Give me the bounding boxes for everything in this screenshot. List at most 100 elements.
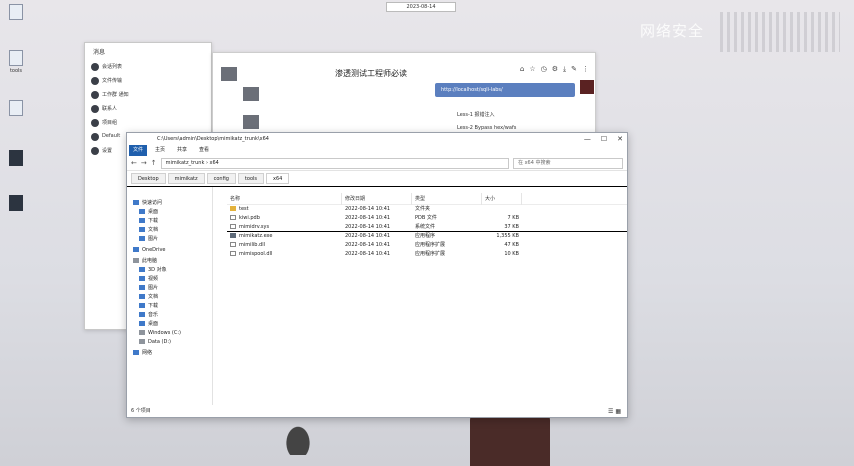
folder-icon [230, 206, 236, 211]
conversation-item[interactable]: 会话列表 [85, 60, 211, 74]
toolbar-icon[interactable]: ◷ [541, 65, 547, 74]
nav-item[interactable]: 网络 [127, 349, 212, 358]
forward-arrow-icon[interactable]: → [141, 159, 147, 167]
folder-tab[interactable]: tools [237, 173, 264, 184]
article-line[interactable]: Less-1 报错注入 [457, 111, 495, 118]
back-arrow-icon[interactable]: ← [131, 159, 137, 167]
conversation-label: Default [102, 133, 121, 139]
file-row[interactable]: mimispool.dll 2022-08-14 10:41 应用程序扩展 10 KB [227, 250, 627, 259]
conversation-item[interactable]: 项目组 [85, 116, 211, 130]
nav-item[interactable]: 桌面 [127, 208, 212, 217]
file-date: 2022-08-14 10:41 [345, 233, 391, 239]
messenger-title: 消息 [93, 49, 106, 56]
column-size[interactable]: 大小 [482, 193, 522, 205]
column-type[interactable]: 类型 [412, 193, 482, 205]
ribbon-tab-share[interactable]: 共享 [173, 145, 191, 156]
file-name: mimidrv.sys [239, 224, 270, 230]
desktop-shortcut[interactable]: tools [2, 50, 30, 74]
navigation-pane: 快速访问 桌面 下载 文档 图片 OneDrive 此电脑 3D 对象 视频 图片 文档 下载 音乐 桌面… [127, 187, 213, 405]
close-button[interactable]: ✕ [617, 133, 623, 145]
minimize-button[interactable]: — [584, 133, 591, 145]
file-name: mimilib.dll [239, 242, 266, 248]
desktop-shortcut-icon [9, 150, 23, 166]
window-controls: — ☐ ✕ [584, 133, 623, 145]
nav-item[interactable]: 音乐 [127, 311, 212, 320]
file-type: 应用程序扩展 [415, 242, 446, 248]
toolbar-icon[interactable]: ⚙ [552, 65, 558, 74]
toolbar-icon[interactable]: ⋮ [582, 65, 589, 74]
file-type: 文件夹 [415, 206, 431, 212]
article-thumbnail[interactable] [243, 87, 259, 101]
nav-item[interactable]: 视频 [127, 275, 212, 284]
toolbar-icon[interactable]: ⤓ [563, 65, 566, 74]
file-explorer-window[interactable]: C:\Users\admin\Desktop\mimikatz_trunk\x6… [126, 132, 628, 418]
view-toggle-icons[interactable]: ☰ ▦ [608, 408, 621, 415]
search-input[interactable]: 在 x64 中搜索 [513, 157, 623, 169]
nav-item[interactable]: Data (D:) [127, 338, 212, 347]
toolbar-icon[interactable]: ✎ [571, 65, 577, 74]
toolbar-icon[interactable]: ☆ [529, 65, 535, 74]
nav-item[interactable]: Windows (C:) [127, 329, 212, 338]
nav-item[interactable]: 快速访问 [127, 199, 212, 208]
conversation-item[interactable]: 工作群 通知 [85, 88, 211, 102]
folder-icon [139, 267, 145, 272]
nav-item-label: 此电脑 [142, 258, 158, 264]
conversation-label: 会话列表 [102, 64, 123, 70]
nav-item[interactable]: 此电脑 [127, 257, 212, 266]
file-row[interactable]: mimidrv.sys 2022-08-14 10:41 系统文件 37 KB [227, 223, 627, 232]
explorer-title: C:\Users\admin\Desktop\mimikatz_trunk\x6… [157, 136, 269, 142]
explorer-titlebar[interactable]: C:\Users\admin\Desktop\mimikatz_trunk\x6… [127, 133, 627, 145]
nav-item-label: 视频 [148, 276, 159, 282]
desktop-shortcut[interactable] [2, 195, 30, 213]
address-bar[interactable]: mimikatz_trunk › x64 [160, 157, 509, 169]
article-thumbnail[interactable] [243, 115, 259, 129]
url-tooltip[interactable]: http://localhost/sqli-labs/ [435, 83, 575, 97]
folder-icon [139, 236, 145, 241]
ribbon-tab-home[interactable]: 主页 [151, 145, 169, 156]
up-arrow-icon[interactable]: ↑ [151, 159, 157, 167]
folder-tab[interactable]: config [206, 173, 236, 184]
nav-item-label: 桌面 [148, 321, 159, 327]
file-icon [230, 242, 236, 247]
conversation-item[interactable]: 文件传输 [85, 74, 211, 88]
nav-item[interactable]: 3D 对象 [127, 266, 212, 275]
file-name: mimikatz.exe [239, 233, 273, 239]
browser-window[interactable]: 渗透测试工程师必读 ⌂ ☆ ◷ ⚙ ⤓ ✎ ⋮ http://localhost/sqli-… [212, 52, 596, 136]
browser-favicon-icon [221, 67, 237, 81]
article-line[interactable]: Less-2 Bypass hex/wafs [457, 125, 516, 131]
toolbar-icon[interactable]: ⌂ [520, 65, 524, 74]
nav-item[interactable]: 下载 [127, 217, 212, 226]
file-type: 应用程序 [415, 233, 436, 239]
folder-icon [139, 285, 145, 290]
column-date[interactable]: 修改日期 [342, 193, 412, 205]
nav-item[interactable]: 下载 [127, 302, 212, 311]
file-size: 7 KB [507, 215, 519, 221]
nav-item[interactable]: 图片 [127, 284, 212, 293]
folder-tab[interactable]: Desktop [131, 173, 166, 184]
file-row[interactable]: test 2022-08-14 10:41 文件夹 [227, 205, 627, 214]
dark-block [580, 80, 594, 94]
watermark-text: 网络安全 [640, 22, 705, 40]
conversation-label: 工作群 通知 [102, 92, 129, 98]
nav-item[interactable]: 桌面 [127, 320, 212, 329]
file-row[interactable]: kiwi.pdb 2022-08-14 10:41 PDB 文件 7 KB [227, 214, 627, 223]
column-name[interactable]: 名称 [227, 193, 342, 205]
avatar [91, 77, 99, 85]
ribbon-tab-file[interactable]: 文件 [129, 145, 148, 156]
desktop-shortcut-icon [9, 195, 23, 211]
ribbon-tab-view[interactable]: 查看 [195, 145, 213, 156]
folder-icon [139, 339, 145, 344]
folder-tab[interactable]: mimikatz [167, 173, 205, 184]
file-row[interactable]: mimilib.dll 2022-08-14 10:41 应用程序扩展 47 KB [227, 241, 627, 250]
nav-item[interactable]: 图片 [127, 235, 212, 244]
folder-tab[interactable]: x64 [266, 173, 290, 184]
file-row[interactable]: mimikatz.exe 2022-08-14 10:41 应用程序 1,355 KB [227, 232, 627, 241]
nav-item[interactable]: 文档 [127, 293, 212, 302]
nav-item[interactable]: OneDrive [127, 246, 212, 255]
desktop-shortcut[interactable] [2, 100, 30, 118]
conversation-item[interactable]: 联系人 [85, 102, 211, 116]
nav-item[interactable]: 文档 [127, 226, 212, 235]
maximize-button[interactable]: ☐ [601, 133, 607, 145]
desktop-shortcut[interactable] [2, 150, 30, 168]
desktop-shortcut[interactable] [2, 4, 30, 22]
